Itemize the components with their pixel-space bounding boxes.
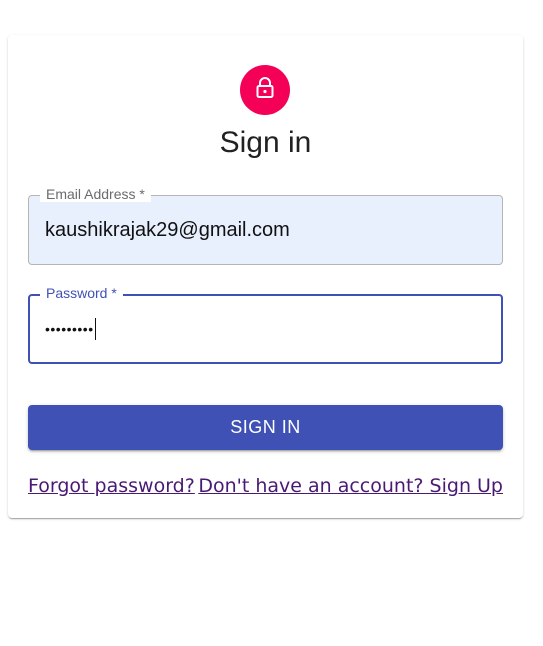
lock-icon (253, 76, 277, 105)
avatar (240, 65, 290, 115)
sign-in-button[interactable]: SIGN IN (28, 405, 503, 450)
email-field[interactable]: Email Address * kaushikrajak29@gmail.com (28, 186, 503, 265)
signin-card: Sign in Email Address * kaushikrajak29@g… (8, 35, 523, 518)
password-masked-value: ••••••••• (45, 321, 94, 337)
sign-up-link[interactable]: Don't have an account? Sign Up (198, 475, 503, 497)
page-title: Sign in (219, 126, 312, 159)
email-input[interactable]: kaushikrajak29@gmail.com (45, 196, 290, 264)
text-caret (94, 318, 96, 340)
password-input[interactable]: ••••••••• (45, 296, 96, 362)
forgot-password-link[interactable]: Forgot password? (28, 475, 195, 497)
password-field[interactable]: Password * ••••••••• (28, 285, 503, 364)
